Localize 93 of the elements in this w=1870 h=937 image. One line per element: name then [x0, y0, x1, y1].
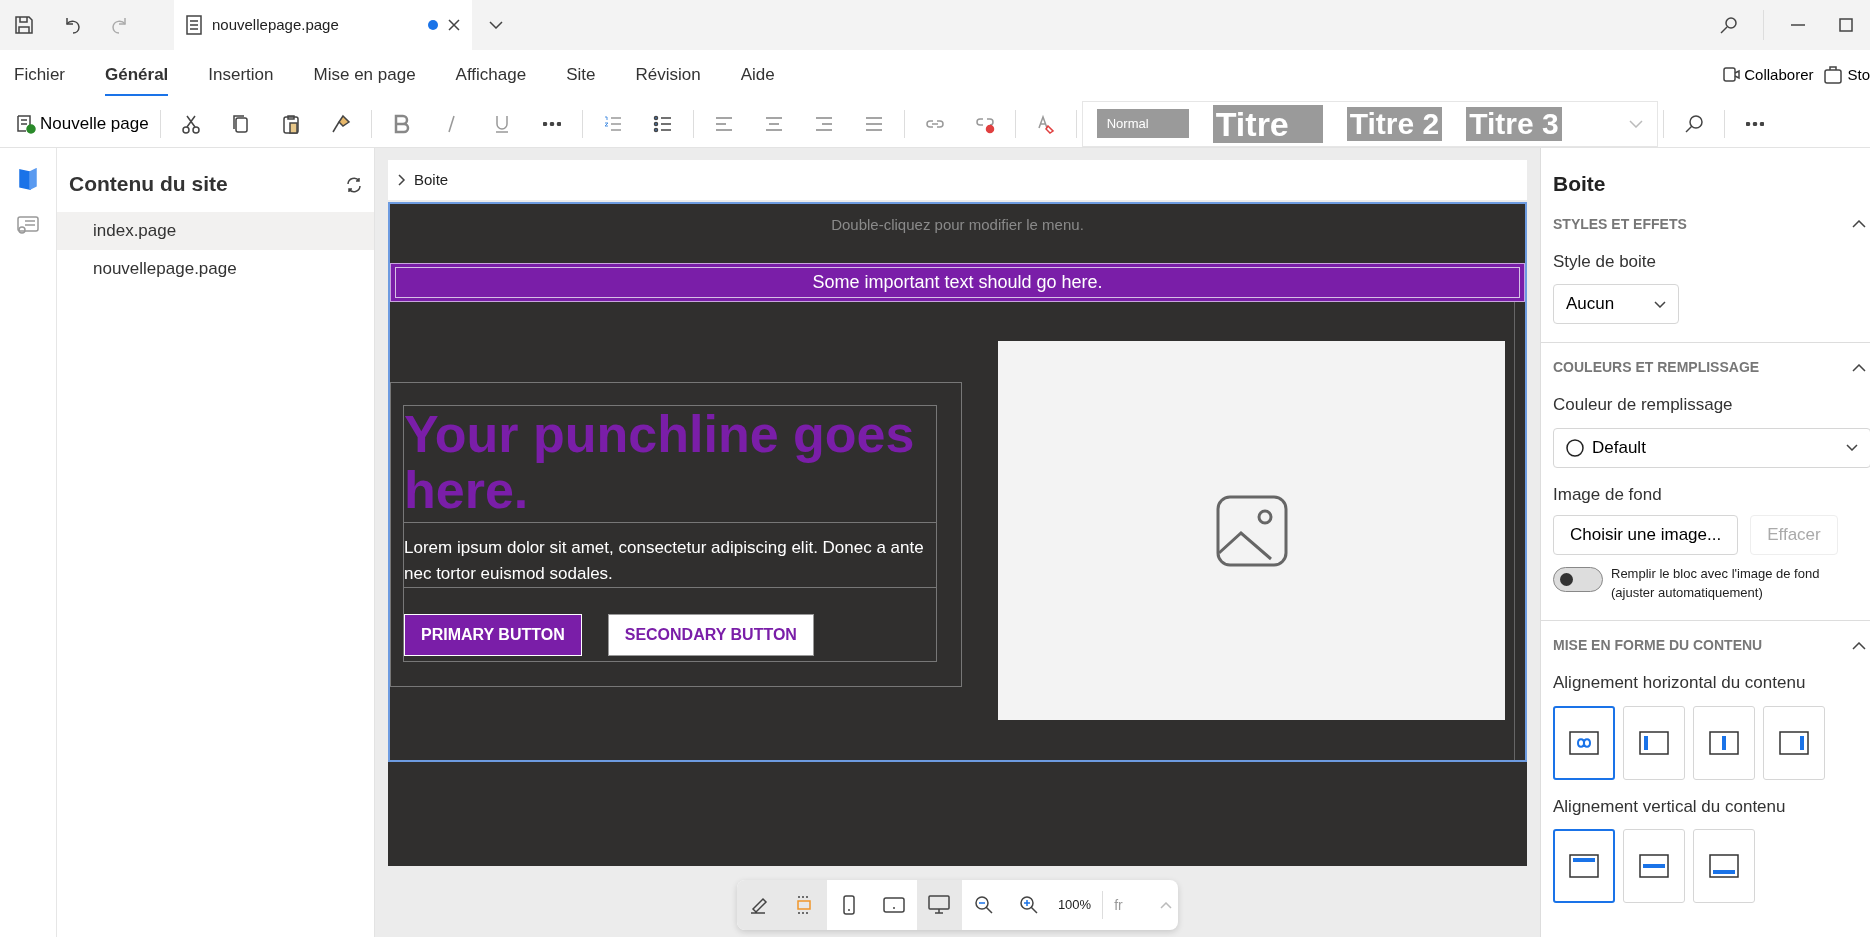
- center-align-icon: [1709, 730, 1739, 755]
- search-list-icon[interactable]: [17, 216, 39, 236]
- primary-button[interactable]: PRIMARY BUTTON: [404, 614, 582, 656]
- cut-icon: [180, 113, 201, 134]
- tab-title: nouvellepage.page: [212, 14, 340, 35]
- language-value: fr: [1114, 895, 1123, 915]
- copy-icon: [230, 113, 251, 134]
- section-heading: STYLES ET EFFETS: [1553, 214, 1687, 234]
- field-label: Alignement horizontal du contenu: [1552, 672, 1807, 694]
- document-icon: [186, 15, 202, 35]
- chevron-down-icon: [1654, 300, 1666, 308]
- sidebar-title: Contenu du site: [69, 171, 228, 197]
- bulleted-list-icon: [652, 113, 673, 134]
- view-button[interactable]: [916, 880, 962, 930]
- ribbon-tab[interactable]: Aide: [740, 54, 775, 96]
- middle-align-icon: [1639, 854, 1669, 878]
- video-icon: [1720, 65, 1741, 85]
- save-icon: [14, 15, 34, 35]
- ribbon-tab[interactable]: Site: [566, 54, 596, 96]
- banner-text: Some important text should go here.: [395, 267, 1520, 298]
- more-icon: [542, 121, 561, 126]
- zoom-in-icon: [1019, 895, 1040, 915]
- left-align-icon: [1639, 730, 1669, 755]
- ribbon-action-button[interactable]: Sto: [1823, 63, 1870, 87]
- numbered-list-icon: [602, 113, 623, 134]
- breadcrumb-item[interactable]: Boite: [414, 168, 449, 192]
- field-label: Alignement vertical du contenu: [1552, 795, 1787, 818]
- new-page-button[interactable]: Nouvelle page: [10, 109, 155, 138]
- chevron-down-icon: [489, 21, 503, 29]
- zoom-level: 100%: [1056, 896, 1093, 915]
- more-icon: [1745, 121, 1764, 126]
- briefcase-icon: [1823, 65, 1844, 85]
- format-painter-icon: [330, 113, 351, 134]
- search-icon: [1720, 16, 1738, 34]
- italic-icon: [447, 114, 457, 133]
- image-icon: [1215, 494, 1288, 567]
- zoom-out-button[interactable]: [961, 880, 1007, 930]
- search-icon: [1683, 113, 1704, 134]
- top-align-icon: [1569, 854, 1599, 878]
- ribbon-tab[interactable]: Affichage: [455, 54, 527, 96]
- tablet-icon: [883, 897, 906, 913]
- chevron-up-icon[interactable]: [1852, 220, 1866, 228]
- right-align-icon: [1779, 730, 1809, 755]
- close-icon[interactable]: [448, 19, 460, 31]
- view-button[interactable]: [826, 880, 872, 930]
- ribbon-tab[interactable]: Révision: [635, 54, 701, 96]
- field-label: Style de boite: [1552, 250, 1657, 273]
- new-page-icon: [16, 113, 36, 134]
- chevron-up-icon: [1160, 901, 1173, 909]
- stretch-align-icon: [1569, 730, 1599, 755]
- section-heading: COULEURS ET REMPLISSAGE: [1553, 358, 1760, 377]
- sidebar-item[interactable]: nouvellepage.page: [57, 249, 374, 288]
- secondary-button[interactable]: SECONDARY BUTTON: [607, 614, 814, 656]
- view-button[interactable]: [871, 880, 917, 930]
- toggle-switch[interactable]: [1553, 567, 1603, 592]
- alignment-button[interactable]: [1553, 829, 1615, 903]
- box-style-dropdown[interactable]: Aucun: [1553, 284, 1679, 324]
- choose-image-button[interactable]: Choisir une image...: [1553, 515, 1739, 555]
- sidebar-item[interactable]: index.page: [57, 211, 374, 250]
- field-label: Couleur de remplissage: [1552, 394, 1734, 416]
- toggle-label: Remplir le bloc avec l'image de fond (ajuster automatiquement): [1611, 565, 1821, 602]
- chevron-down-icon: [1846, 444, 1858, 451]
- zoom-out-icon: [974, 895, 995, 915]
- section-heading: MISE EN FORME DU CONTENU: [1553, 636, 1763, 655]
- phone-icon: [843, 895, 856, 915]
- book-icon[interactable]: [19, 168, 37, 190]
- clear-formatting-icon: [1035, 113, 1056, 134]
- field-label: Image de fond: [1552, 483, 1663, 506]
- bottom-align-icon: [1709, 854, 1739, 878]
- headline: Your punchline goes here.: [404, 406, 936, 523]
- frame-guides-icon: [796, 895, 813, 915]
- color-swatch-icon: [1566, 438, 1584, 457]
- ribbon-tab[interactable]: Insertion: [208, 54, 274, 96]
- ribbon-action-button[interactable]: Collaborer: [1720, 63, 1814, 87]
- chevron-up-icon[interactable]: [1852, 363, 1866, 372]
- fill-color-dropdown[interactable]: Default: [1553, 427, 1870, 468]
- panel-title: Boite: [1552, 171, 1607, 197]
- document-tab[interactable]: nouvellepage.page: [174, 0, 472, 50]
- ribbon-tab[interactable]: Fichier: [14, 54, 65, 96]
- minimize-icon: [1791, 24, 1805, 26]
- edit-button[interactable]: [736, 880, 782, 930]
- maximize-icon: [1839, 18, 1853, 32]
- chevron-up-icon[interactable]: [1852, 641, 1866, 650]
- pen-icon: [749, 895, 770, 915]
- refresh-icon: [346, 176, 362, 193]
- chevron-right-icon[interactable]: [398, 174, 406, 186]
- ribbon-tab[interactable]: Mise en page: [313, 54, 416, 96]
- body-text: Lorem ipsum dolor sit amet, consectetur adipiscing elit. Donec a ante nec tortor euismod sodales.: [404, 523, 936, 588]
- paste-icon: [280, 113, 301, 134]
- ribbon-tab[interactable]: Général: [105, 54, 169, 96]
- monitor-icon: [928, 895, 951, 915]
- alignment-button[interactable]: [1553, 705, 1615, 780]
- menu-hint: Double-cliquez pour modifier le menu.: [831, 215, 1084, 235]
